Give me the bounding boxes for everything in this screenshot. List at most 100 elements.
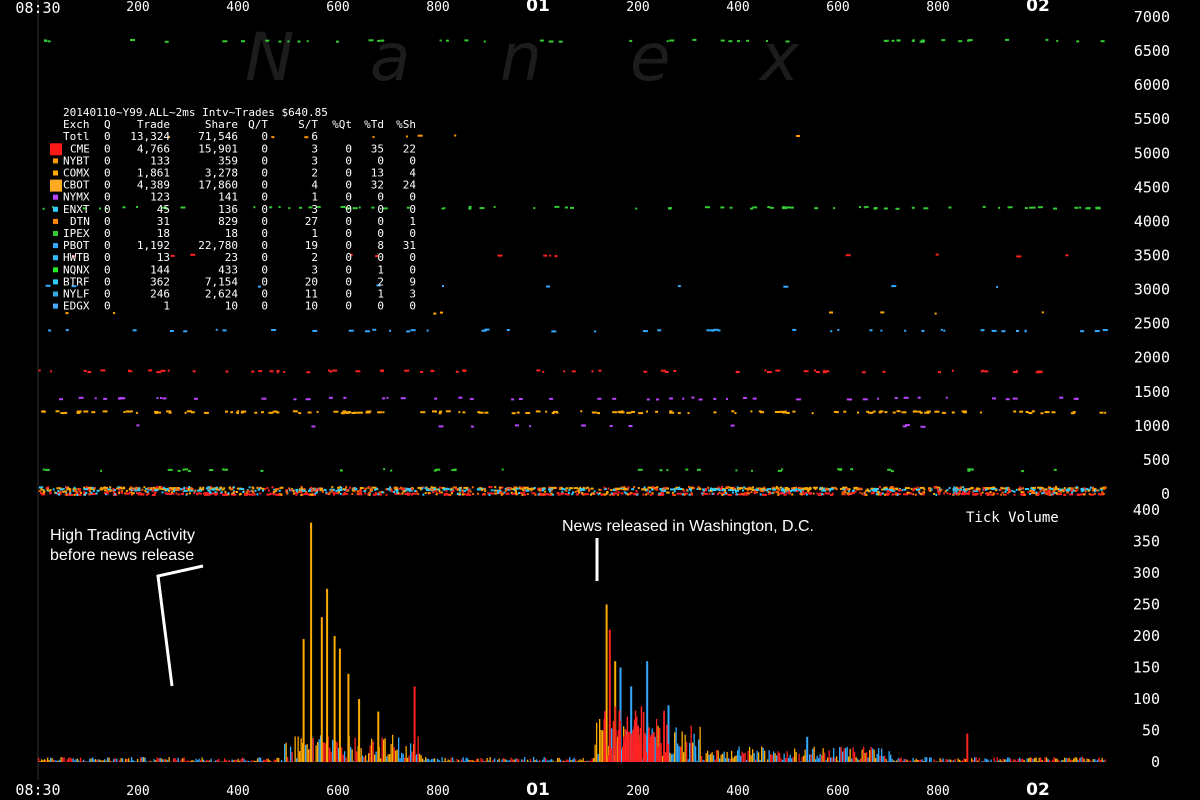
volume-bar [585, 760, 587, 762]
price-point [542, 370, 545, 373]
price-point [962, 486, 965, 489]
volume-bar [831, 757, 833, 762]
volume-bar [812, 748, 814, 762]
price-point [458, 492, 461, 495]
table-header: %Sh [396, 118, 416, 131]
price-point [626, 411, 632, 414]
price-point [67, 493, 70, 496]
volume-bar [758, 752, 760, 762]
volume-bar [848, 756, 850, 762]
price-point [717, 329, 721, 332]
price-point [103, 397, 108, 400]
price-point [180, 206, 186, 209]
price-point [701, 492, 704, 495]
price-point [318, 206, 321, 208]
volume-bar [246, 760, 248, 762]
price-point [620, 492, 624, 495]
price-point [1070, 489, 1073, 492]
price-point [759, 493, 762, 496]
price-point [632, 493, 635, 496]
price-point [351, 489, 354, 492]
price-point [783, 490, 786, 493]
price-point [537, 493, 540, 496]
volume-bar [530, 758, 532, 762]
price-point [612, 411, 618, 414]
price-point [576, 493, 579, 496]
price-point [669, 410, 673, 413]
price-point [545, 410, 548, 413]
annotation-right: News released in Washington, D.C. [562, 518, 814, 535]
price-point [1029, 206, 1033, 209]
volume-bar [360, 748, 362, 762]
price-point [785, 491, 788, 494]
volume-bar [422, 758, 424, 762]
price-point [592, 492, 595, 495]
price-point [48, 329, 52, 332]
price-point [742, 489, 744, 492]
volume-bar [795, 751, 797, 762]
price-point [461, 489, 464, 492]
volume-bar [819, 753, 821, 762]
exchange-color-swatch [53, 218, 58, 224]
volume-bar [483, 761, 485, 762]
price-point [1046, 411, 1049, 414]
volume-bar [507, 760, 509, 762]
volume-bar [843, 748, 845, 762]
price-point [332, 369, 338, 372]
price-point [203, 411, 209, 414]
volume-bar [284, 744, 286, 762]
volume-bar [342, 754, 344, 762]
table-cell: 0 [261, 300, 268, 313]
price-point [472, 493, 475, 495]
volume-bar [884, 755, 886, 762]
volume-bar [1062, 760, 1064, 762]
price-point [1022, 487, 1025, 490]
price-point [1080, 489, 1084, 492]
table-cell: 0 [345, 300, 352, 313]
price-point [896, 39, 900, 42]
volume-bar [42, 760, 44, 762]
price-point [1051, 411, 1056, 414]
price-point [823, 487, 826, 490]
price-point [280, 493, 283, 496]
price-point [1096, 489, 1099, 492]
price-point [602, 493, 605, 496]
price-point [802, 490, 805, 493]
volume-bar [81, 760, 83, 762]
volume-bar [923, 761, 925, 762]
price-point [414, 490, 417, 492]
volume-bar [902, 760, 904, 762]
price-point [643, 486, 646, 489]
price-point [93, 487, 96, 490]
price-point [630, 492, 633, 494]
volume-bar-peak [413, 686, 416, 762]
price-point [374, 488, 377, 491]
volume-bar [845, 748, 847, 762]
volume-bar [743, 753, 745, 762]
volume-bar [1053, 757, 1055, 762]
price-point [299, 206, 303, 209]
volume-bar [60, 757, 62, 762]
price-point [87, 488, 90, 491]
table-cell: 1 [311, 191, 318, 204]
price-point [550, 492, 553, 495]
price-point [1088, 493, 1091, 496]
table-cell: 0 [377, 203, 384, 216]
volume-bar [555, 761, 557, 762]
price-point [130, 410, 133, 413]
price-point [960, 486, 963, 489]
price-point [83, 493, 86, 496]
volume-bar [216, 759, 218, 762]
volume-bar [590, 760, 592, 762]
table-cell: 0 [104, 167, 111, 180]
price-y-tick: 4000 [1134, 212, 1170, 230]
table-cell: 3 [311, 142, 318, 155]
volume-bar [1008, 757, 1010, 762]
volume-bar [393, 747, 395, 762]
price-point [965, 488, 968, 491]
table-cell: 9 [409, 275, 416, 288]
price-point [941, 411, 946, 414]
volume-bar [749, 746, 751, 762]
exchange-color-swatch [53, 231, 58, 236]
table-cell: 13 [157, 251, 170, 264]
